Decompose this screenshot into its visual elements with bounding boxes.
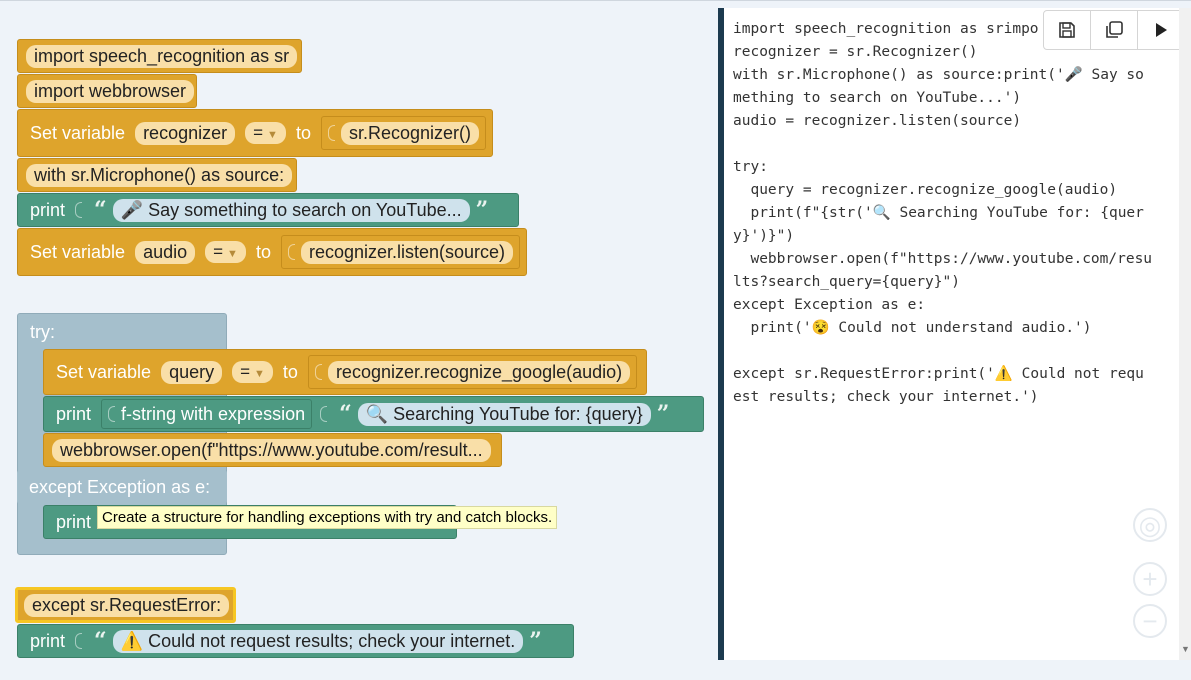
print-label: print	[56, 511, 92, 532]
to-label: to	[295, 122, 311, 143]
fstring-label: f-string with expression	[121, 403, 306, 424]
variable-recognizer[interactable]: recognizer	[135, 121, 236, 145]
set-query-block[interactable]: Set variable query = ▼ to recognizer.reco…	[43, 349, 647, 395]
say-something-text[interactable]: 🎤 Say something to search on YouTube...	[112, 198, 470, 222]
operator-dropdown[interactable]: = ▼	[232, 361, 273, 383]
import-speech-recognition-block[interactable]: import speech_recognition as sr	[17, 39, 302, 73]
puzzle-notch-icon	[327, 125, 335, 141]
generated-code[interactable]: import speech_recognition as srimpo reco…	[733, 18, 1163, 409]
set-variable-label: Set variable	[30, 241, 126, 262]
variable-audio[interactable]: audio	[135, 240, 196, 264]
blockly-workspace[interactable]: import speech_recognition as sr import w…	[0, 0, 715, 680]
open-quote-icon: “	[94, 197, 107, 223]
open-quote-icon: “	[94, 628, 107, 654]
set-variable-label: Set variable	[56, 361, 152, 382]
print-label: print	[30, 199, 66, 220]
value-socket: recognizer.listen(source)	[280, 235, 521, 269]
chevron-down-icon: ▼	[254, 368, 265, 380]
import-speech-recognition-text: import speech_recognition as sr	[26, 44, 298, 68]
puzzle-notch-icon	[75, 633, 83, 649]
code-toolbar	[1043, 10, 1185, 50]
import-webbrowser-block[interactable]: import webbrowser	[17, 74, 197, 108]
operator-value: =	[240, 362, 251, 381]
scroll-down-icon[interactable]: ▼	[1181, 644, 1190, 654]
operator-dropdown[interactable]: = ▼	[205, 241, 246, 263]
zoom-in-icon[interactable]: +	[1133, 562, 1167, 596]
recognize-google-value[interactable]: recognizer.recognize_google(audio)	[327, 360, 631, 384]
close-quote-icon: ”	[529, 628, 542, 654]
operator-value: =	[253, 123, 264, 142]
except-request-error-text: except sr.RequestError:	[24, 593, 230, 617]
with-microphone-block[interactable]: with sr.Microphone() as source:	[17, 158, 297, 192]
recognizer-value[interactable]: sr.Recognizer()	[340, 121, 479, 145]
save-icon	[1059, 22, 1075, 38]
print-label: print	[30, 630, 66, 651]
puzzle-notch-icon	[314, 364, 322, 380]
puzzle-notch-icon	[108, 406, 116, 422]
chevron-down-icon: ▼	[227, 248, 238, 260]
print-request-error-block[interactable]: print “ ⚠️ Could not request results; ch…	[17, 624, 574, 658]
to-label: to	[255, 241, 271, 262]
run-icon	[1156, 23, 1167, 37]
print-label: print	[56, 403, 92, 424]
except-request-error-block[interactable]: except sr.RequestError:	[15, 587, 236, 623]
save-button[interactable]	[1044, 11, 1091, 49]
fstring-socket: f-string with expression	[101, 399, 313, 429]
except-exception-label-row: except Exception as e:	[17, 470, 227, 504]
operator-dropdown[interactable]: = ▼	[245, 122, 286, 144]
print-searching-block[interactable]: print f-string with expression “ 🔍 Searc…	[43, 396, 704, 432]
recenter-icon[interactable]: ◎	[1133, 508, 1167, 542]
webbrowser-open-block[interactable]: webbrowser.open(f"https://www.youtube.co…	[43, 433, 502, 467]
copy-button[interactable]	[1091, 11, 1138, 49]
request-error-text[interactable]: ⚠️ Could not request results; check your…	[112, 629, 524, 653]
with-microphone-text: with sr.Microphone() as source:	[26, 163, 293, 187]
copy-icon	[1106, 21, 1123, 38]
puzzle-notch-icon	[75, 202, 83, 218]
bottom-strip	[724, 660, 1191, 680]
searching-text[interactable]: 🔍 Searching YouTube for: {query}	[357, 402, 651, 426]
import-webbrowser-text: import webbrowser	[26, 79, 195, 103]
set-variable-label: Set variable	[30, 122, 126, 143]
variable-query[interactable]: query	[161, 360, 223, 384]
operator-value: =	[213, 242, 224, 261]
set-recognizer-block[interactable]: Set variable recognizer = ▼ to sr.Recogni…	[17, 109, 493, 157]
try-label: try:	[30, 322, 55, 342]
puzzle-notch-icon	[320, 406, 328, 422]
run-button[interactable]	[1138, 11, 1184, 49]
webbrowser-open-text: webbrowser.open(f"https://www.youtube.co…	[52, 438, 491, 462]
value-socket: sr.Recognizer()	[320, 116, 486, 150]
close-quote-icon: ”	[475, 197, 489, 223]
close-quote-icon: ”	[656, 401, 670, 427]
open-quote-icon: “	[339, 401, 352, 427]
zoom-out-icon[interactable]: −	[1133, 604, 1167, 638]
print-say-something-block[interactable]: print “ 🎤 Say something to search on You…	[17, 193, 519, 227]
code-panel: import speech_recognition as srimpo reco…	[718, 8, 1191, 660]
tooltip: Create a structure for handling exceptio…	[97, 506, 558, 529]
puzzle-notch-icon	[287, 244, 295, 260]
value-socket: recognizer.recognize_google(audio)	[307, 355, 638, 389]
except-exception-label: except Exception as e:	[29, 476, 211, 497]
to-label: to	[282, 361, 298, 382]
code-scrollbar[interactable]: ▼	[1179, 8, 1191, 660]
chevron-down-icon: ▼	[267, 129, 278, 141]
listen-value[interactable]: recognizer.listen(source)	[300, 240, 514, 264]
set-audio-block[interactable]: Set variable audio = ▼ to recognizer.list…	[17, 228, 527, 276]
